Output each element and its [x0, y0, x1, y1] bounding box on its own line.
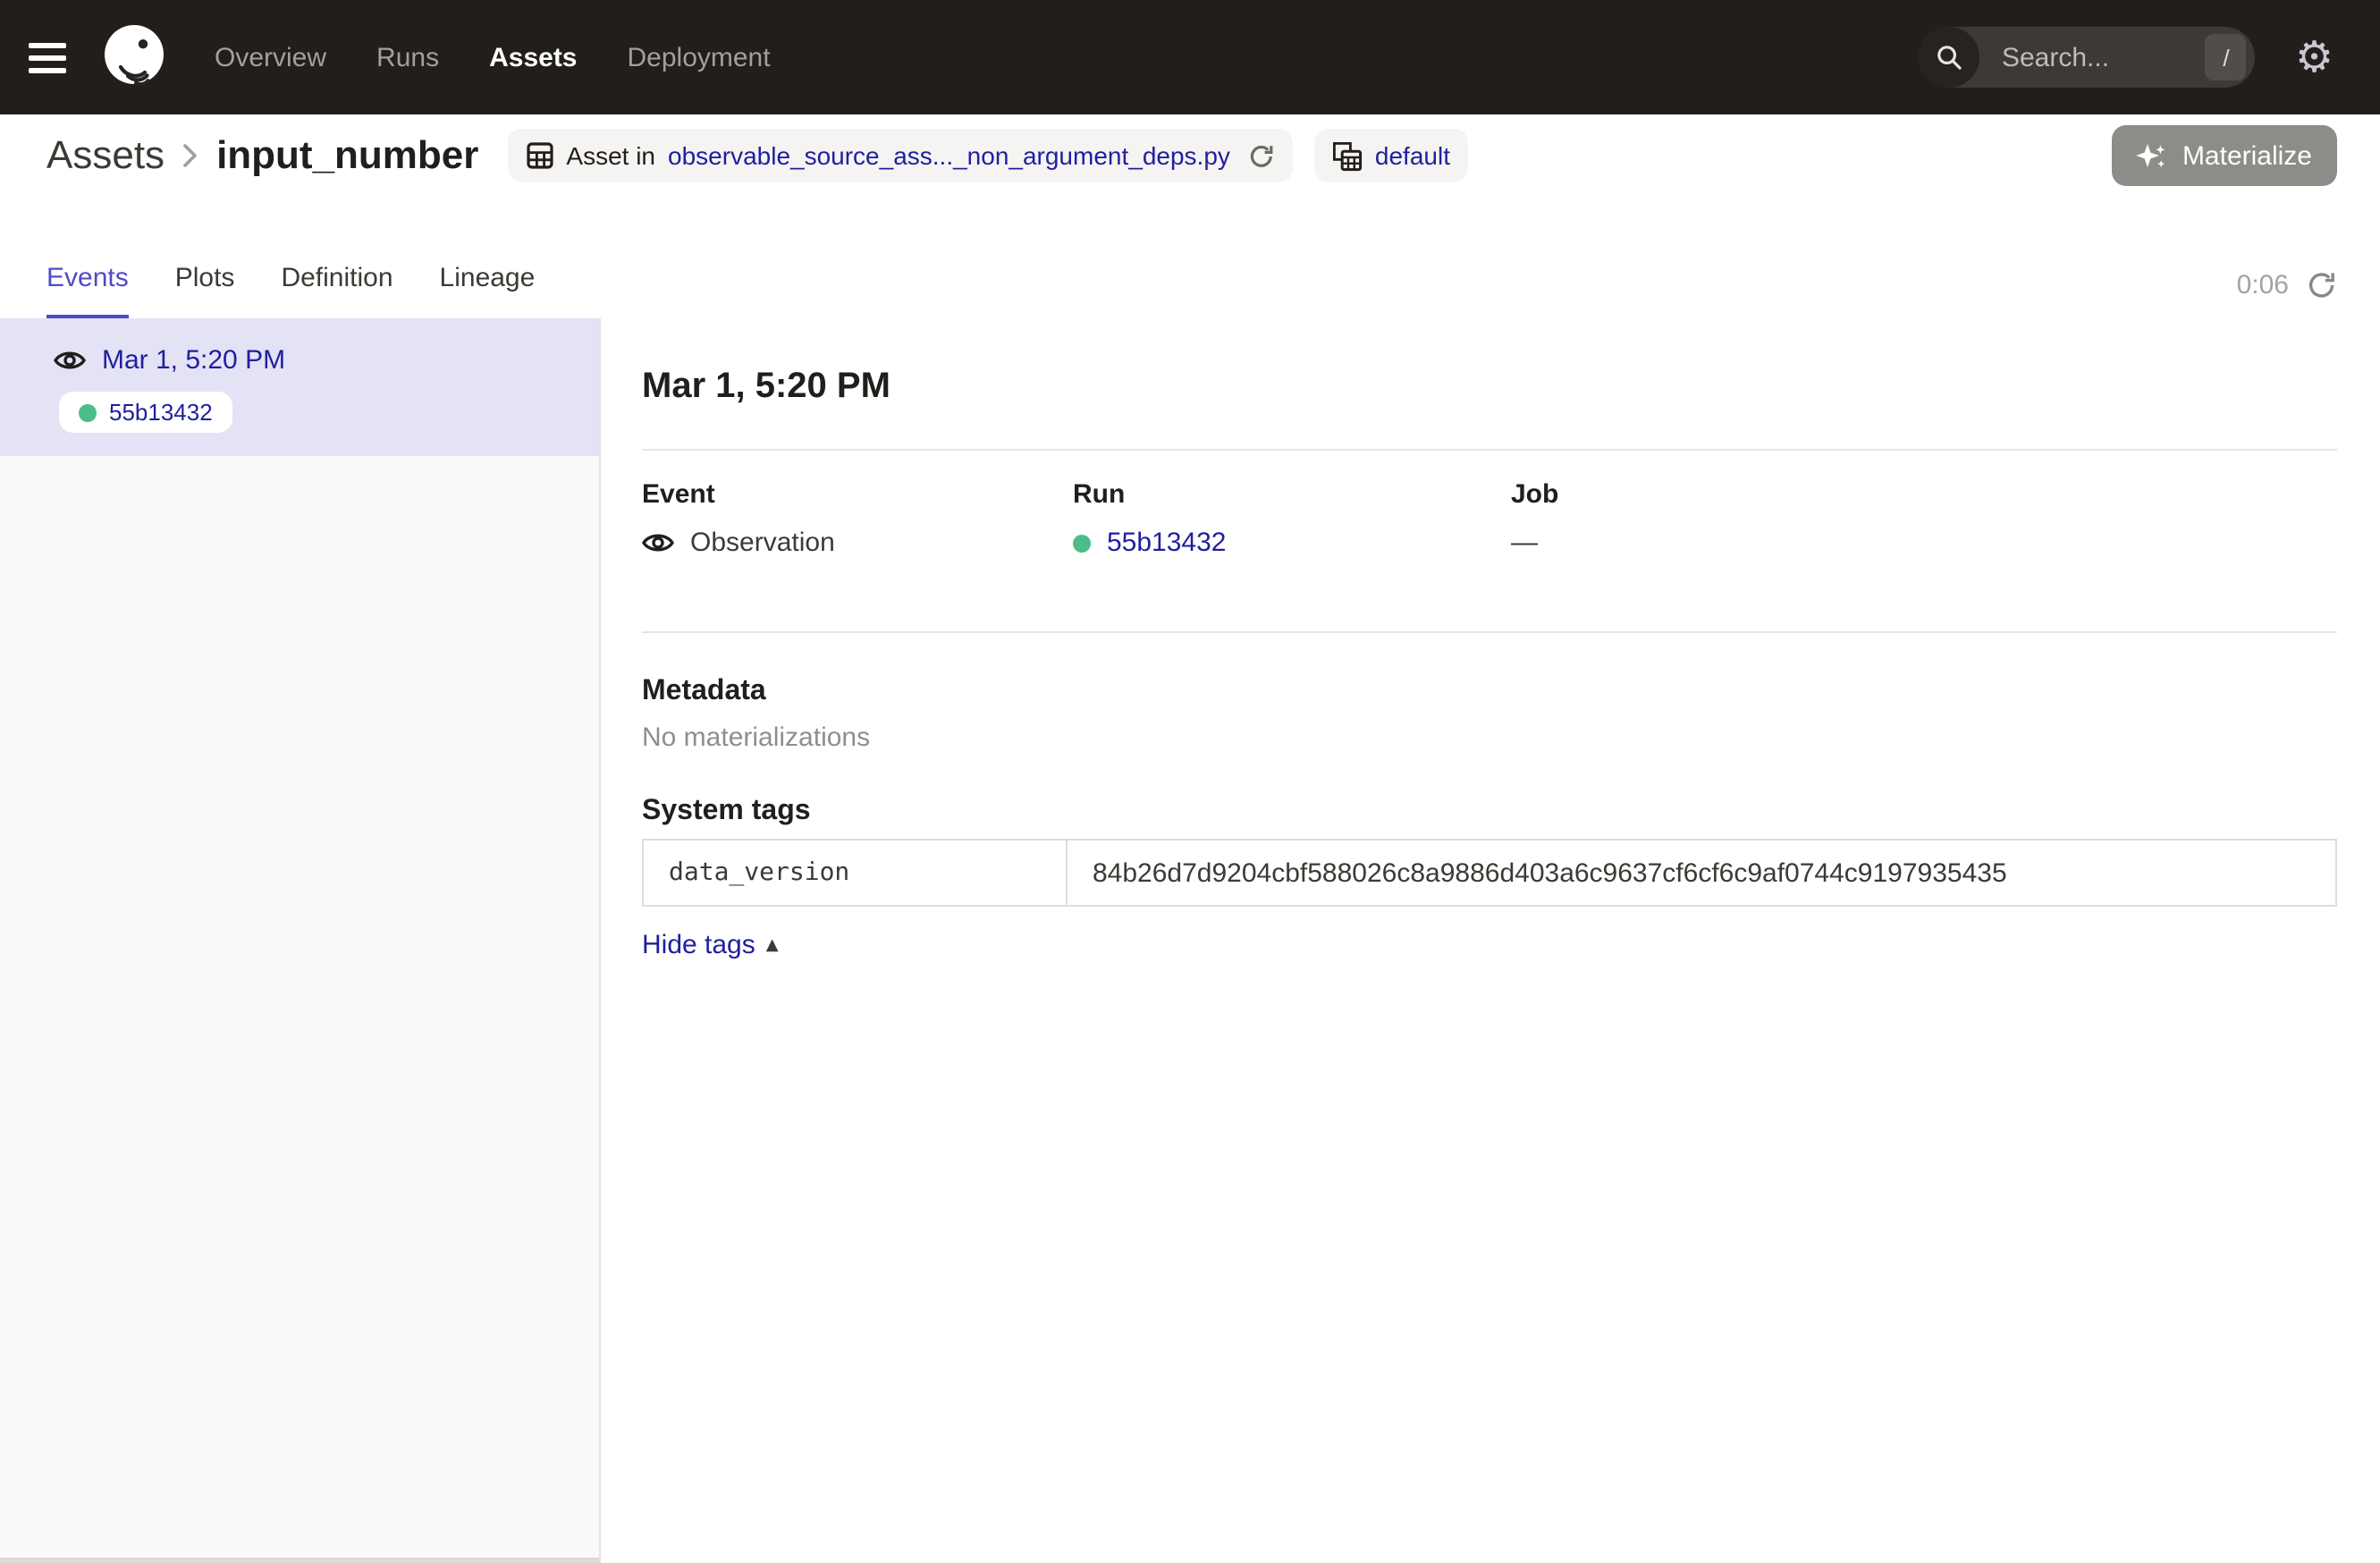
top-nav-right: / ⚙ [1920, 27, 2334, 88]
page-title-asset-name: input_number [216, 132, 478, 179]
refresh-icon[interactable] [2307, 270, 2337, 300]
job-value: — [1511, 528, 1538, 558]
job-cell: — [1511, 528, 2337, 558]
tab-definition[interactable]: Definition [281, 263, 392, 318]
search-shortcut-key: / [2206, 34, 2247, 80]
metadata-empty-state: No materializations [642, 722, 2337, 753]
eye-icon [54, 349, 86, 372]
events-sidebar: Mar 1, 5:20 PM 55b13432 [0, 318, 601, 1563]
divider [642, 631, 2337, 633]
dagster-logo-icon[interactable] [100, 21, 168, 93]
nav-item-assets[interactable]: Assets [489, 42, 577, 72]
run-cell: 55b13432 [1073, 528, 1511, 558]
divider [642, 449, 2337, 451]
nav-item-overview[interactable]: Overview [215, 42, 326, 72]
auto-refresh-control: 0:06 [2237, 270, 2337, 318]
group-default-link[interactable]: default [1375, 141, 1450, 170]
asset-origin-pill: Asset in observable_source_ass..._non_ar… [507, 129, 1293, 182]
repo-tables-icon [1332, 140, 1363, 171]
event-column-label: Event [642, 479, 1073, 510]
chevron-right-icon [182, 143, 198, 168]
tag-key-cell: data_version [644, 841, 1068, 905]
event-list-item-selected[interactable]: Mar 1, 5:20 PM 55b13432 [0, 318, 599, 456]
event-type-cell: Observation [642, 528, 1073, 558]
tab-plots[interactable]: Plots [175, 263, 235, 318]
event-detail-panel: Mar 1, 5:20 PM Event Run Job Observation… [601, 318, 2380, 1563]
hide-tags-link[interactable]: Hide tags ▲ [642, 930, 779, 960]
top-nav: Overview Runs Assets Deployment / ⚙ [0, 0, 2380, 114]
caret-up-icon: ▲ [766, 936, 779, 954]
tab-lineage[interactable]: Lineage [440, 263, 536, 318]
search-icon [1920, 27, 1980, 88]
system-tags-table: data_version 84b26d7d9204cbf588026c8a988… [642, 839, 2337, 907]
eye-icon [642, 531, 674, 554]
run-status-dot [1073, 534, 1091, 552]
refresh-countdown: 0:06 [2237, 270, 2289, 300]
tabs: Events Plots Definition Lineage [46, 263, 535, 318]
sparkle-icon [2138, 140, 2168, 171]
definition-file-link[interactable]: observable_source_ass..._non_argument_de… [668, 141, 1230, 170]
tabs-row: Events Plots Definition Lineage 0:06 [0, 197, 2380, 318]
gear-icon[interactable]: ⚙ [2295, 36, 2334, 79]
tab-events[interactable]: Events [46, 263, 129, 318]
event-timestamp: Mar 1, 5:20 PM [102, 345, 285, 376]
nav-item-deployment[interactable]: Deployment [628, 42, 771, 72]
materialize-button[interactable]: Materialize [2113, 125, 2337, 186]
search-input[interactable] [1998, 40, 2206, 74]
metadata-heading: Metadata [642, 676, 2337, 708]
reload-definitions-icon[interactable] [1248, 142, 1275, 169]
breadcrumb-assets-link[interactable]: Assets [46, 132, 165, 179]
hamburger-menu-icon[interactable] [29, 21, 75, 93]
run-status-dot [79, 403, 97, 421]
event-detail-title: Mar 1, 5:20 PM [642, 365, 2337, 408]
run-id-badge[interactable]: 55b13432 [59, 392, 232, 433]
materialize-label: Materialize [2182, 140, 2312, 171]
tag-value-cell: 84b26d7d9204cbf588026c8a9886d403a6c9637c… [1068, 841, 2335, 905]
asset-origin-prefix: Asset in [566, 141, 655, 170]
event-summary-grid: Event Run Job Observation 55b13432 — [642, 479, 2337, 558]
asset-group-pill[interactable]: default [1314, 129, 1468, 182]
system-tags-heading: System tags [642, 796, 2337, 828]
primary-nav: Overview Runs Assets Deployment [215, 42, 771, 72]
nav-item-runs[interactable]: Runs [376, 42, 439, 72]
event-type-label: Observation [690, 528, 835, 558]
content-area: Mar 1, 5:20 PM 55b13432 Mar 1, 5:20 PM E… [0, 318, 2380, 1563]
job-column-label: Job [1511, 479, 2337, 510]
run-id-label: 55b13432 [109, 399, 213, 426]
hide-tags-label: Hide tags [642, 930, 755, 960]
run-id-link[interactable]: 55b13432 [1107, 528, 1227, 558]
search-box[interactable]: / [1920, 27, 2256, 88]
table-icon [525, 141, 553, 170]
page-header: Assets input_number Asset in observable_… [0, 114, 2380, 197]
run-column-label: Run [1073, 479, 1511, 510]
dagster-asset-events-page: Overview Runs Assets Deployment / ⚙ Asse… [0, 0, 2380, 1563]
